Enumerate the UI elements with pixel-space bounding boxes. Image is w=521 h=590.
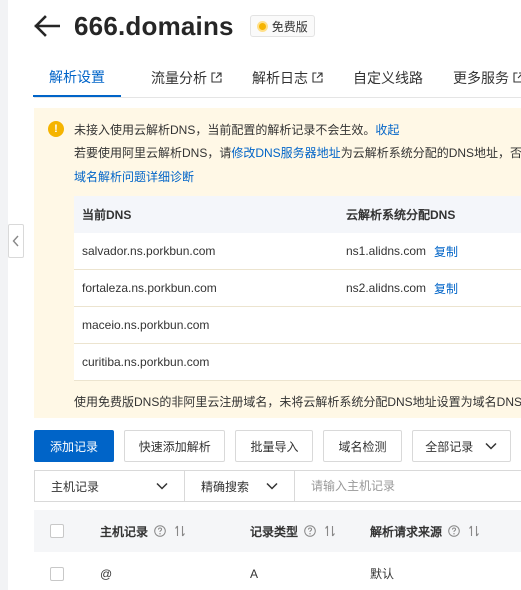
external-link-icon [312,72,323,83]
plan-badge-label: 免费版 [271,19,308,34]
chevron-left-icon [12,235,19,247]
search-field-label: 主机记录 [51,479,100,494]
external-link-icon [211,72,222,83]
current-dns-value: maceio.ns.porkbun.com [82,318,210,332]
help-icon[interactable] [154,525,166,537]
tab-traffic-analysis[interactable]: 流量分析 [151,58,222,97]
column-header-assigned-dns: 云解析系统分配DNS [346,208,456,222]
column-header-type: 记录类型 [250,523,370,540]
notice-line-1: 未接入使用云解析DNS，当前配置的解析记录不会生效。收起 [74,121,399,138]
match-mode-label: 精确搜索 [201,479,250,494]
tab-bar: 解析设置 流量分析 解析日志 自定义线路 更多服务 [33,58,521,98]
assigned-dns-value: ns1.alidns.com [346,244,427,258]
notice-footer: 使用免费版DNS的非阿里云注册域名，未将云解析系统分配DNS地址设置为域名DNS… [74,395,521,409]
record-filter-dropdown[interactable]: 全部记录 [411,430,511,462]
notice-line-2-prefix: 若要使用阿里云解析DNS，请 [74,146,232,160]
plan-badge: 免费版 [249,15,315,37]
tab-more-services[interactable]: 更多服务 [453,58,521,97]
search-input[interactable] [295,471,521,501]
bulk-import-button[interactable]: 批量导入 [235,430,314,462]
record-filter-label: 全部记录 [425,439,474,454]
collapse-link[interactable]: 收起 [375,123,399,137]
tab-custom-lines[interactable]: 自定义线路 [353,58,423,97]
page-header: 666.domains 免费版 [34,8,315,44]
column-header-source: 解析请求来源 [370,523,521,540]
assigned-dns-value: ns2.alidns.com [346,281,427,295]
add-record-button[interactable]: 添加记录 [34,430,114,462]
tab-dns-logs[interactable]: 解析日志 [252,58,323,97]
dns-warning-notice: ! 未接入使用云解析DNS，当前配置的解析记录不会生效。收起 若要使用阿里云解析… [34,108,521,418]
copy-button[interactable]: 复制 [434,243,458,260]
page-title: 666.domains [74,10,234,41]
dns-table-row: fortaleza.ns.porkbun.com ns2.alidns.com 复… [74,270,521,307]
tab-label: 解析日志 [252,69,308,86]
back-arrow-icon[interactable] [34,13,60,39]
column-header-current-dns: 当前DNS [82,208,132,222]
column-header-host-label: 主机记录 [100,524,149,539]
record-type: A [250,566,259,581]
table-row: @ A 默认 [34,552,521,590]
sort-icon[interactable] [324,525,336,537]
column-header-host: 主机记录 [100,523,250,540]
sort-icon[interactable] [174,525,186,537]
notice-line-3: 域名解析问题详细诊断 [74,168,194,185]
coin-icon [256,20,268,32]
notice-line-2-suffix: 为云解析系统分配的DNS地址，否则 [340,146,521,160]
dns-server-table: 当前DNS 云解析系统分配DNS salvador.ns.porkbun.com… [74,196,521,381]
row-select-cell [34,566,100,581]
dns-table-row: curitiba.ns.porkbun.com [74,344,521,381]
domain-check-button[interactable]: 域名检测 [323,430,402,462]
sort-icon[interactable] [468,525,480,537]
page-left-gutter [0,0,8,590]
select-all-cell [34,524,100,538]
chevron-down-icon [485,442,497,450]
notice-line-2: 若要使用阿里云解析DNS，请修改DNS服务器地址为云解析系统分配的DNS地址，否… [74,144,521,161]
help-icon[interactable] [448,525,460,537]
record-source: 默认 [370,567,395,581]
column-header-type-label: 记录类型 [250,524,299,539]
quick-add-button[interactable]: 快速添加解析 [123,430,226,462]
chevron-down-icon [266,482,278,490]
dns-table-row: maceio.ns.porkbun.com [74,307,521,344]
tab-label: 流量分析 [151,69,207,86]
records-toolbar: 添加记录 快速添加解析 批量导入 域名检测 全部记录 [34,430,521,462]
current-dns-value: curitiba.ns.porkbun.com [82,355,210,369]
current-dns-value: fortaleza.ns.porkbun.com [82,281,217,295]
record-host: @ [100,566,113,581]
records-table-header: 主机记录 记录类型 解析请求来源 [34,510,521,552]
tab-label: 更多服务 [453,69,509,86]
help-icon[interactable] [304,525,316,537]
chevron-down-icon [156,482,168,490]
tab-dns-settings[interactable]: 解析设置 [33,58,121,97]
sidebar-toggle-button[interactable] [8,224,24,258]
search-field-select[interactable]: 主机记录 [35,471,185,501]
search-filters: 主机记录 精确搜索 [34,470,521,502]
dns-table-header: 当前DNS 云解析系统分配DNS [74,196,521,233]
column-header-source-label: 解析请求来源 [370,524,443,539]
modify-dns-server-link[interactable]: 修改DNS服务器地址 [231,146,340,160]
external-link-icon [513,72,521,83]
copy-button[interactable]: 复制 [434,280,458,297]
diagnose-link[interactable]: 域名解析问题详细诊断 [74,170,194,184]
select-all-checkbox[interactable] [50,524,64,538]
dns-table-row: salvador.ns.porkbun.com ns1.alidns.com 复制 [74,233,521,270]
match-mode-select[interactable]: 精确搜索 [185,471,295,501]
notice-message: 未接入使用云解析DNS，当前配置的解析记录不会生效。 [74,123,376,137]
warning-icon: ! [48,121,64,137]
row-checkbox[interactable] [50,566,64,581]
records-table: 主机记录 记录类型 解析请求来源 @ A 默认 [34,510,521,590]
tab-label: 自定义线路 [353,69,423,86]
tab-label: 解析设置 [49,68,105,85]
current-dns-value: salvador.ns.porkbun.com [82,244,216,258]
